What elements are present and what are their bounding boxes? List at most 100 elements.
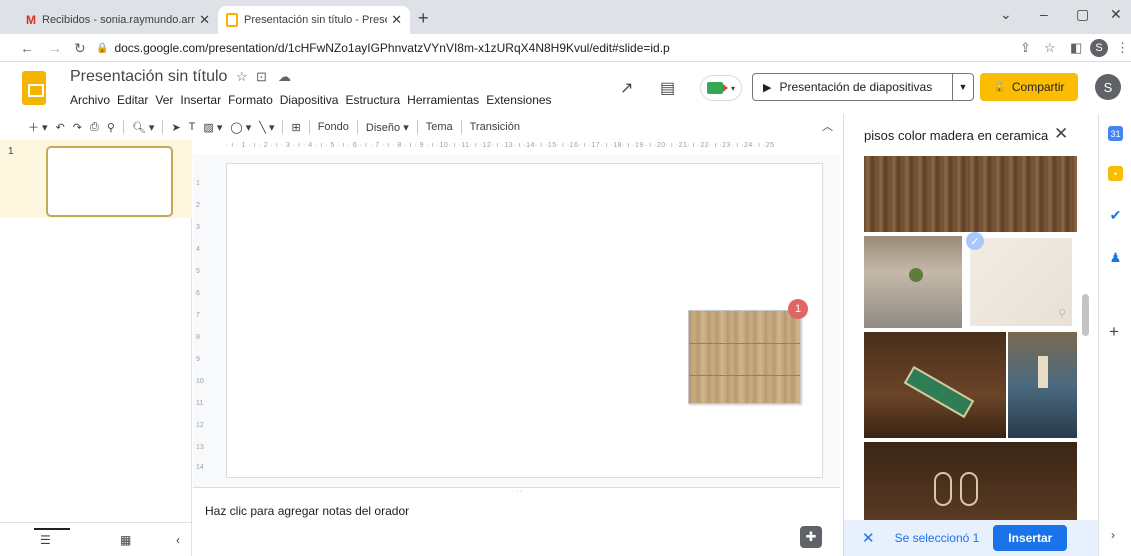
menu-herramientas[interactable]: Herramientas [407, 93, 479, 107]
collapse-panel-icon[interactable]: ‹ [176, 533, 180, 547]
panel-scrollbar[interactable] [1082, 294, 1089, 336]
minimize-button[interactable]: – [1040, 6, 1048, 22]
ruler-tick: 5 [196, 268, 200, 275]
tab-slides[interactable]: Presentación sin título - Presenta ✕ [218, 6, 410, 34]
selection-count-badge: 1 [788, 299, 808, 319]
share-button[interactable]: 🔒 Compartir [980, 73, 1078, 101]
text-box-icon[interactable]: T [189, 121, 196, 133]
avatar[interactable]: S [1095, 74, 1121, 100]
play-icon: ▶ [763, 81, 772, 94]
reload-icon[interactable]: ↻ [74, 40, 86, 57]
collapse-menus-icon[interactable]: ︿ [822, 118, 833, 134]
layout-button[interactable]: Diseño ▾ [366, 121, 409, 134]
forward-arrow-icon[interactable]: → [48, 40, 62, 56]
browser-profile-avatar[interactable]: S [1090, 39, 1108, 57]
menu-editar[interactable]: Editar [117, 93, 148, 107]
menu-archivo[interactable]: Archivo [70, 93, 110, 107]
transition-button[interactable]: Transición [470, 121, 520, 133]
tasks-icon[interactable]: ✔ [1108, 207, 1123, 223]
chevron-right-icon[interactable]: › [1111, 528, 1115, 542]
slide-thumbnail[interactable] [46, 146, 173, 217]
image-search-query[interactable]: pisos color madera en ceramica [864, 128, 1050, 143]
filmstrip-view-icon[interactable]: ☰ [40, 533, 51, 547]
notes-resize-handle[interactable]: · · · [193, 487, 840, 495]
window-close-button[interactable]: ✕ [1110, 6, 1122, 23]
close-icon[interactable]: ✕ [199, 12, 210, 28]
ruler-tick: 2 [196, 202, 200, 209]
search-result-image-selected[interactable]: ✓ ⚲ [966, 232, 1072, 326]
back-arrow-icon[interactable]: ← [20, 40, 34, 56]
tab-gmail[interactable]: M Recibidos - sonia.raymundo.arr@ ✕ [18, 6, 218, 34]
menu-insertar[interactable]: Insertar [180, 93, 221, 107]
close-icon[interactable]: ✕ [1054, 124, 1068, 144]
comments-icon[interactable]: ▤ [660, 78, 675, 98]
search-result-image[interactable] [864, 156, 1077, 232]
shape-icon[interactable]: ◯ ▾ [230, 121, 251, 134]
theme-button[interactable]: Tema [426, 121, 453, 133]
star-icon[interactable]: ☆ [236, 69, 248, 85]
search-result-image[interactable] [1008, 332, 1077, 438]
lock-icon: 🔒 [993, 81, 1006, 93]
new-slide-icon[interactable]: ＋ ▾ [28, 119, 48, 135]
tab-search-icon[interactable]: ⌄ [1000, 6, 1012, 23]
search-result-image[interactable] [864, 442, 1077, 520]
restore-button[interactable]: ▢ [1076, 6, 1089, 23]
background-button[interactable]: Fondo [318, 121, 349, 133]
activity-trend-icon[interactable]: ↗ [620, 78, 633, 98]
speaker-notes-field[interactable]: Haz clic para agregar notas del orador [205, 504, 409, 518]
slideshow-button[interactable]: ▶ Presentación de diapositivas ▼ [752, 73, 974, 101]
move-folder-icon[interactable]: ⊡ [256, 69, 267, 85]
menu-ver[interactable]: Ver [155, 93, 173, 107]
url-field[interactable]: 🔒 docs.google.com/presentation/d/1cHFwNZ… [96, 37, 976, 59]
keep-icon[interactable]: • [1108, 166, 1123, 181]
menu-extensiones[interactable]: Extensiones [486, 93, 551, 107]
grid-view-icon[interactable]: ▦ [120, 533, 131, 547]
clear-selection-icon[interactable]: ✕ [862, 529, 875, 547]
insert-button[interactable]: Insertar [993, 525, 1068, 551]
browser-menu-icon[interactable]: ⋮ [1116, 40, 1129, 56]
comment-add-icon[interactable]: ⊞ [291, 121, 300, 134]
add-addon-icon[interactable]: + [1109, 322, 1119, 342]
sidepanel-icon[interactable]: ◧ [1070, 40, 1082, 56]
slides-icon [226, 13, 238, 27]
menu-formato[interactable]: Formato [228, 93, 273, 107]
ruler-tick: 9 [196, 356, 200, 363]
inserted-wood-floor-image[interactable] [688, 310, 801, 404]
print-icon[interactable]: ⎙ [90, 121, 99, 134]
redo-icon[interactable]: ↷ [73, 121, 82, 134]
menu-estructura[interactable]: Estructura [345, 93, 400, 107]
undo-icon[interactable]: ↶ [56, 121, 65, 134]
close-icon[interactable]: ✕ [391, 12, 402, 28]
search-result-image[interactable] [864, 236, 962, 328]
zoom-icon[interactable]: 🔍︎ ▾ [132, 121, 155, 134]
side-app-rail: 31 • ✔ ♟ + › [1098, 114, 1131, 556]
ruler-tick: 13 [196, 444, 204, 451]
image-icon[interactable]: ▨ ▾ [203, 121, 222, 134]
bookmark-star-icon[interactable]: ☆ [1044, 40, 1056, 56]
ruler-tick: 1 [196, 180, 200, 187]
zoom-icon[interactable]: ⚲ [1058, 307, 1066, 320]
slide-number: 1 [8, 146, 14, 157]
figure-decor [1038, 356, 1048, 388]
horizontal-ruler: · ı · 1 · ı · 2 · ı · 3 · ı · 4 · ı · 5 … [226, 142, 775, 149]
line-icon[interactable]: ╲ ▾ [259, 121, 274, 134]
share-page-icon[interactable]: ⇪ [1020, 40, 1031, 56]
new-tab-button[interactable]: + [418, 8, 429, 29]
search-result-image[interactable] [864, 332, 1006, 438]
meet-button[interactable]: ▾ [700, 75, 742, 101]
divider [122, 120, 124, 134]
tab-label: Presentación sin título - Presenta [244, 14, 387, 26]
contacts-icon[interactable]: ♟ [1108, 250, 1123, 265]
select-cursor-icon[interactable]: ➤ [171, 121, 180, 134]
slides-logo-icon[interactable] [22, 71, 46, 105]
divider [460, 120, 462, 134]
active-view-indicator [34, 528, 70, 530]
explore-button[interactable]: ✚ [800, 526, 822, 548]
calendar-icon[interactable]: 31 [1108, 126, 1123, 141]
address-bar: ← → ↻ 🔒 docs.google.com/presentation/d/1… [0, 34, 1131, 62]
menu-diapositiva[interactable]: Diapositiva [280, 93, 339, 107]
paint-format-icon[interactable]: ⚲ [107, 121, 115, 134]
document-title[interactable]: Presentación sin título [70, 68, 227, 86]
chevron-down-icon[interactable]: ▼ [953, 82, 973, 92]
slide-thumbnail-row[interactable]: 1 [0, 140, 192, 218]
